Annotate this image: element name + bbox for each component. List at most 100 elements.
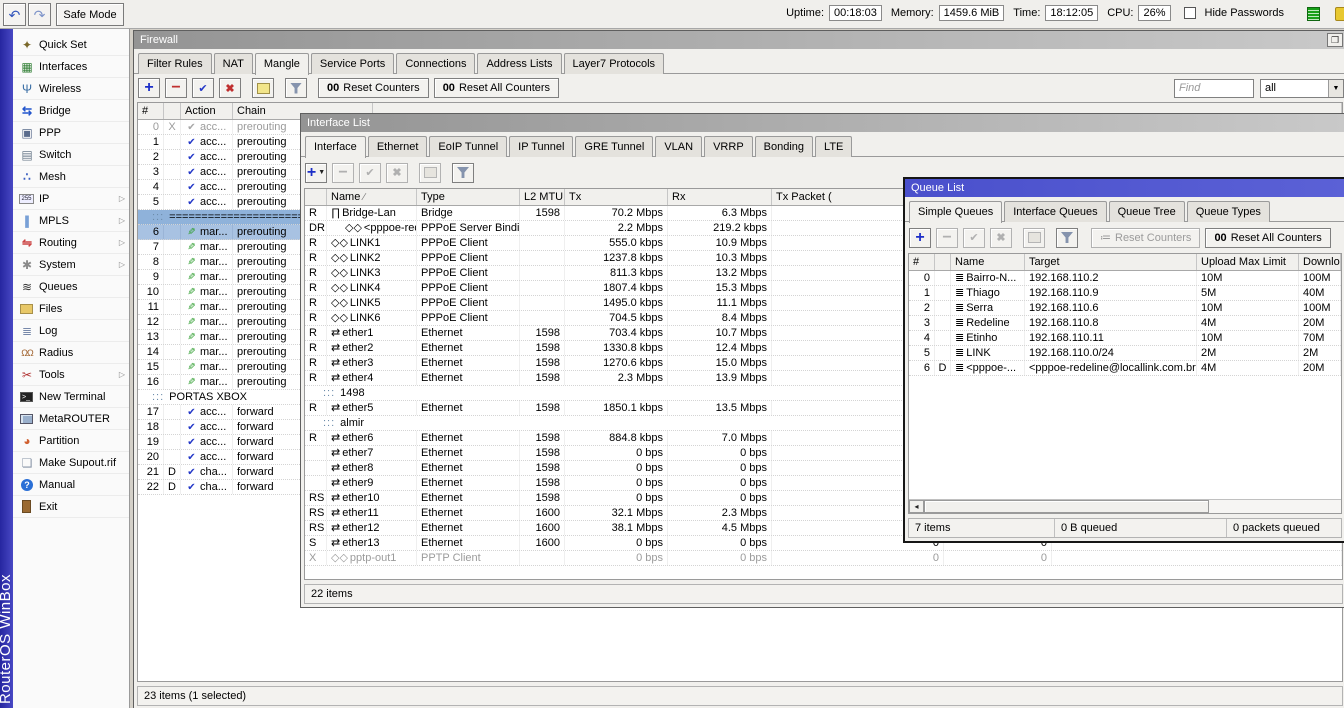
sidebar-item-system[interactable]: ✱System▷ (13, 254, 129, 276)
column-header-name[interactable]: Name (951, 254, 1025, 270)
scroll-left-icon[interactable]: ◂ (909, 500, 924, 513)
sidebar-item-files[interactable]: Files (13, 298, 129, 320)
column-header-name[interactable]: Name∕ (327, 189, 417, 205)
filter-select[interactable]: all ▼ (1260, 79, 1344, 98)
tab-queue-tree[interactable]: Queue Tree (1109, 201, 1185, 222)
tab-filter-rules[interactable]: Filter Rules (138, 53, 212, 74)
tab-vlan[interactable]: VLAN (655, 136, 702, 157)
table-row[interactable]: 3≣Redeline192.168.110.84M20M (909, 316, 1341, 331)
sidebar-item-switch[interactable]: ▤Switch (13, 144, 129, 166)
reset-counters-button[interactable]: 00 Reset Counters (318, 78, 429, 98)
tab-connections[interactable]: Connections (396, 53, 475, 74)
table-row[interactable]: X◇◇pptp-out1PPTP Client0 bps0 bps00 (305, 551, 1342, 566)
comment-button[interactable] (1023, 228, 1045, 248)
tab-layer7-protocols[interactable]: Layer7 Protocols (564, 53, 665, 74)
remove-button[interactable]: − (936, 228, 958, 248)
sidebar-item-bridge[interactable]: ⇆Bridge (13, 100, 129, 122)
column-header-rx[interactable]: Rx (668, 189, 772, 205)
tab-mangle[interactable]: Mangle (255, 53, 309, 75)
queue-list-titlebar[interactable]: Queue List (905, 179, 1344, 197)
table-row[interactable]: 4≣Etinho192.168.110.1110M70M (909, 331, 1341, 346)
table-row[interactable]: 1≣Thiago192.168.110.95M40M (909, 286, 1341, 301)
enable-button[interactable]: ✔ (359, 163, 381, 183)
filter-button[interactable] (452, 163, 474, 183)
disable-button[interactable]: ✖ (219, 78, 241, 98)
table-row[interactable]: 5≣LINK192.168.110.0/242M2M (909, 346, 1341, 361)
disable-button[interactable]: ✖ (990, 228, 1012, 248)
enable-button[interactable]: ✔ (192, 78, 214, 98)
tab-vrrp[interactable]: VRRP (704, 136, 753, 157)
column-header-blank[interactable] (935, 254, 951, 270)
tab-service-ports[interactable]: Service Ports (311, 53, 394, 74)
remove-button[interactable]: − (332, 163, 354, 183)
tab-eoip-tunnel[interactable]: EoIP Tunnel (429, 136, 507, 157)
sidebar-item-log[interactable]: ≣Log (13, 320, 129, 342)
sidebar-item-manual[interactable]: ?Manual (13, 474, 129, 496)
find-input[interactable] (1174, 79, 1254, 98)
comment-button[interactable] (252, 78, 274, 98)
tab-queue-types[interactable]: Queue Types (1187, 201, 1270, 222)
horizontal-scrollbar[interactable]: ◂ (909, 499, 1341, 513)
remove-button[interactable]: − (165, 78, 187, 98)
tab-ip-tunnel[interactable]: IP Tunnel (509, 136, 573, 157)
column-header-blank[interactable]: # (138, 103, 164, 119)
undo-button[interactable]: ↶ (3, 3, 26, 26)
column-header-type[interactable]: Type (417, 189, 520, 205)
comment-button[interactable] (419, 163, 441, 183)
sidebar-item-radius[interactable]: ΩΩRadius (13, 342, 129, 364)
add-button[interactable]: + ▼ (305, 163, 327, 183)
table-row[interactable]: 0≣Bairro-N...192.168.110.210M100M (909, 271, 1341, 286)
sidebar-item-wireless[interactable]: ΨWireless (13, 78, 129, 100)
chevron-down-icon[interactable]: ▼ (1328, 80, 1343, 97)
sidebar-item-partition[interactable]: ◕Partition (13, 430, 129, 452)
tab-address-lists[interactable]: Address Lists (477, 53, 561, 74)
column-header-action[interactable]: Action (181, 103, 233, 119)
tab-simple-queues[interactable]: Simple Queues (909, 201, 1002, 223)
sidebar-item-mesh[interactable]: ∴Mesh (13, 166, 129, 188)
scrollbar-track[interactable] (1209, 500, 1341, 513)
tab-nat[interactable]: NAT (214, 53, 253, 74)
column-header-target[interactable]: Target (1025, 254, 1197, 270)
reset-all-counters-button[interactable]: 00 Reset All Counters (1205, 228, 1330, 248)
column-header-blank[interactable] (164, 103, 181, 119)
add-button[interactable]: + (138, 78, 160, 98)
sidebar-item-exit[interactable]: Exit (13, 496, 129, 518)
table-row[interactable]: 2≣Serra192.168.110.610M100M (909, 301, 1341, 316)
redo-button[interactable]: ↷ (28, 3, 51, 26)
scrollbar-thumb[interactable] (924, 500, 1209, 513)
firewall-titlebar[interactable]: Firewall ❐ (134, 31, 1344, 49)
disable-button[interactable]: ✖ (386, 163, 408, 183)
sidebar-item-make-supout-rif[interactable]: ❏Make Supout.rif (13, 452, 129, 474)
sidebar-item-queues[interactable]: ≋Queues (13, 276, 129, 298)
tab-ethernet[interactable]: Ethernet (368, 136, 428, 157)
column-header-tx[interactable]: Tx (565, 189, 668, 205)
hide-passwords-checkbox[interactable] (1184, 7, 1196, 19)
sidebar-item-quick-set[interactable]: ✦Quick Set (13, 34, 129, 56)
interface-list-titlebar[interactable]: Interface List (301, 114, 1344, 132)
column-header-blank[interactable]: # (909, 254, 935, 270)
sidebar-item-new-terminal[interactable]: >_New Terminal (13, 386, 129, 408)
sidebar-item-routing[interactable]: ⇋Routing▷ (13, 232, 129, 254)
tab-bonding[interactable]: Bonding (755, 136, 813, 157)
add-button[interactable]: + (909, 228, 931, 248)
safe-mode-button[interactable]: Safe Mode (56, 3, 124, 26)
reset-all-counters-button[interactable]: 00 Reset All Counters (434, 78, 559, 98)
table-row[interactable]: 6D≣<pppoe-...<pppoe-redeline@locallink.c… (909, 361, 1341, 376)
column-header-l2-mtu[interactable]: L2 MTU (520, 189, 565, 205)
column-header-upload-max-limit[interactable]: Upload Max Limit (1197, 254, 1299, 270)
restore-window-icon[interactable]: ❐ (1327, 33, 1343, 47)
sidebar-item-interfaces[interactable]: ▦Interfaces (13, 56, 129, 78)
sidebar-item-mpls[interactable]: ∥MPLS▷ (13, 210, 129, 232)
sidebar-item-ip[interactable]: 255IP▷ (13, 188, 129, 210)
reset-counters-button[interactable]: ≔ Reset Counters (1091, 228, 1200, 248)
column-header-blank[interactable] (305, 189, 327, 205)
sidebar-item-metarouter[interactable]: MetaROUTER (13, 408, 129, 430)
filter-button[interactable] (1056, 228, 1078, 248)
tab-interface-queues[interactable]: Interface Queues (1004, 201, 1106, 222)
tab-lte[interactable]: LTE (815, 136, 852, 157)
enable-button[interactable]: ✔ (963, 228, 985, 248)
column-header-download[interactable]: Download (1299, 254, 1341, 270)
sidebar-item-tools[interactable]: ✂Tools▷ (13, 364, 129, 386)
tab-gre-tunnel[interactable]: GRE Tunnel (575, 136, 653, 157)
filter-button[interactable] (285, 78, 307, 98)
